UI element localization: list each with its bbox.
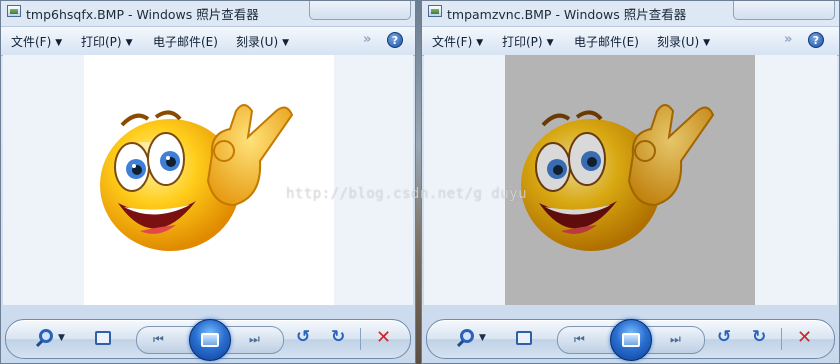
window-title: tmp6hsqfx.BMP - Windows 照片查看器: [26, 7, 259, 22]
menu-file-label: 文件(F): [432, 35, 473, 49]
photo-viewer-app-icon: [428, 5, 442, 17]
displayed-image: [84, 55, 334, 305]
navigation-group: ⏮ ⏭: [557, 319, 705, 361]
dropdown-arrow-icon: ▼: [476, 38, 484, 48]
delete-icon[interactable]: ✕: [376, 327, 391, 351]
dropdown-arrow-icon: ▼: [55, 38, 63, 48]
menu-file[interactable]: 文件(F) ▼: [11, 33, 62, 50]
menu-print[interactable]: 打印(P) ▼: [81, 33, 133, 50]
menu-email[interactable]: 电子邮件(E): [574, 33, 639, 50]
window-caption-buttons[interactable]: [733, 1, 835, 20]
window-title: tmpamzvnc.BMP - Windows 照片查看器: [447, 7, 687, 22]
menu-email-label: 电子邮件(E): [574, 35, 639, 49]
rotate-counterclockwise-icon[interactable]: ↺: [717, 327, 731, 351]
viewer-toolbar: ▼ ⏮ ⏭ ↺ ↻ ✕: [426, 319, 835, 361]
photo-viewer-window-left: tmp6hsqfx.BMP - Windows 照片查看器 文件(F) ▼ 打印(…: [0, 0, 416, 364]
menu-print-label: 打印(P): [502, 35, 543, 49]
dropdown-arrow-icon: ▼: [546, 38, 554, 48]
rotate-clockwise-icon[interactable]: ↻: [331, 327, 345, 351]
previous-icon[interactable]: ⏮: [574, 332, 585, 347]
help-icon[interactable]: ?: [808, 32, 824, 48]
next-icon[interactable]: ⏭: [249, 332, 260, 347]
menu-burn-label: 刻录(U): [236, 35, 279, 49]
help-icon[interactable]: ?: [387, 32, 403, 48]
actual-size-icon[interactable]: [92, 327, 114, 351]
menu-burn-label: 刻录(U): [657, 35, 700, 49]
dropdown-arrow-icon: ▼: [282, 38, 290, 48]
displayed-image: [505, 55, 755, 305]
more-commands-icon[interactable]: »: [363, 32, 371, 47]
slideshow-icon: [622, 333, 640, 347]
menu-burn[interactable]: 刻录(U) ▼: [236, 33, 289, 50]
zoom-dropdown-arrow-icon: ▼: [479, 333, 486, 343]
slideshow-icon: [201, 333, 219, 347]
more-commands-icon[interactable]: »: [784, 32, 792, 47]
actual-size-icon[interactable]: [513, 327, 535, 351]
slideshow-button[interactable]: [189, 319, 231, 361]
zoom-dropdown-arrow-icon: ▼: [58, 333, 65, 343]
watermark-text: http://blog.csdn.net/g duyu: [286, 186, 528, 202]
menu-file-label: 文件(F): [11, 35, 52, 49]
toolbar-separator: [781, 328, 782, 350]
photo-viewer-window-right: tmpamzvnc.BMP - Windows 照片查看器 文件(F) ▼ 打印(…: [421, 0, 840, 364]
command-bar: 文件(F) ▼ 打印(P) ▼ 电子邮件(E) 刻录(U) ▼ » ?: [422, 26, 839, 56]
smiley-thumbs-up-image: [100, 104, 294, 251]
fit-window-box: [516, 331, 532, 345]
magnifier-handle: [35, 339, 44, 348]
menu-email-label: 电子邮件(E): [153, 35, 218, 49]
viewer-toolbar: ▼ ⏮ ⏭ ↺ ↻ ✕: [5, 319, 411, 361]
menu-print[interactable]: 打印(P) ▼: [502, 33, 554, 50]
rotate-clockwise-icon[interactable]: ↻: [752, 327, 766, 351]
zoom-icon[interactable]: ▼: [35, 327, 66, 351]
window-caption-buttons[interactable]: [309, 1, 411, 20]
toolbar-separator: [360, 328, 361, 350]
dropdown-arrow-icon: ▼: [703, 38, 711, 48]
menu-print-label: 打印(P): [81, 35, 122, 49]
dropdown-arrow-icon: ▼: [125, 38, 133, 48]
fit-window-box: [95, 331, 111, 345]
image-viewport: [424, 55, 837, 305]
image-viewport: [3, 55, 413, 305]
next-icon[interactable]: ⏭: [670, 332, 681, 347]
smiley-thumbs-up-image: [521, 104, 715, 251]
menu-file[interactable]: 文件(F) ▼: [432, 33, 483, 50]
rotate-counterclockwise-icon[interactable]: ↺: [296, 327, 310, 351]
magnifier-handle: [456, 339, 465, 348]
previous-icon[interactable]: ⏮: [153, 332, 164, 347]
menu-email[interactable]: 电子邮件(E): [153, 33, 218, 50]
navigation-group: ⏮ ⏭: [136, 319, 284, 361]
command-bar: 文件(F) ▼ 打印(P) ▼ 电子邮件(E) 刻录(U) ▼ » ?: [1, 26, 415, 56]
title-bar[interactable]: tmpamzvnc.BMP - Windows 照片查看器: [422, 1, 839, 25]
photo-viewer-app-icon: [7, 5, 21, 17]
zoom-icon[interactable]: ▼: [456, 327, 487, 351]
menu-burn[interactable]: 刻录(U) ▼: [657, 33, 710, 50]
slideshow-button[interactable]: [610, 319, 652, 361]
delete-icon[interactable]: ✕: [797, 327, 812, 351]
title-bar[interactable]: tmp6hsqfx.BMP - Windows 照片查看器: [1, 1, 415, 25]
